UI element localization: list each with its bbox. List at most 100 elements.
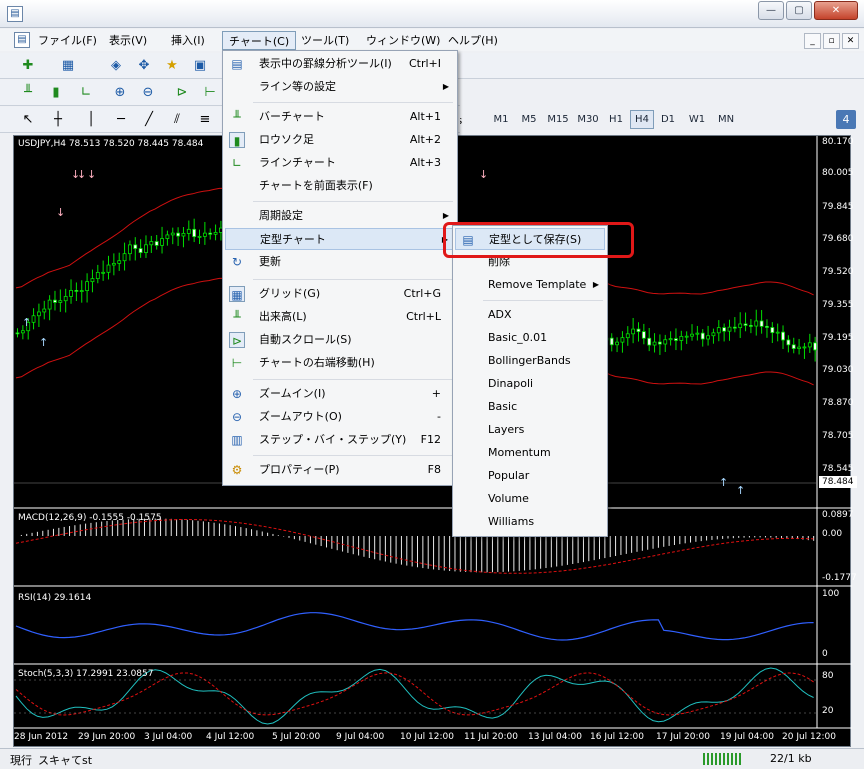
menu-item-autoscroll[interactable]: ⊳ 自動スクロール(S) [225, 329, 455, 351]
candlestick-icon[interactable]: ▮ [45, 82, 67, 104]
profiles-icon[interactable]: ▦ [57, 55, 79, 77]
template-item[interactable]: BollingerBands [455, 350, 605, 372]
crosshair-icon[interactable]: ┼ [47, 109, 69, 131]
template-item[interactable]: Dinapoli [455, 373, 605, 395]
line-chart-icon[interactable]: ∟ [75, 82, 97, 104]
mdi-minimize-button[interactable]: _ [804, 33, 821, 49]
favorites-icon[interactable]: ★ [161, 55, 183, 77]
menu-item-remove-template[interactable]: Remove Template ▶ [455, 274, 605, 296]
zoom-in-icon[interactable]: ⊕ [109, 82, 131, 104]
candle-body [149, 241, 154, 246]
tf-m15[interactable]: M15 [544, 110, 572, 129]
macd-tick: 0.00 [822, 529, 843, 539]
time-tick: 11 Jul 20:00 [464, 732, 518, 742]
candle-body [90, 278, 95, 283]
tf-m30[interactable]: M30 [574, 110, 602, 129]
menu-item-template[interactable]: 定型チャート ▶ [225, 228, 455, 250]
cursor-icon[interactable]: ↖ [17, 109, 39, 131]
menu-separator [483, 300, 603, 301]
menu-item-chart-shift[interactable]: ⊢ チャートの右端移動(H) [225, 352, 455, 374]
shift-icon: ⊢ [231, 356, 243, 370]
template-item[interactable]: Volume [455, 488, 605, 510]
tf-h1[interactable]: H1 [604, 110, 628, 129]
template-item[interactable]: Layers [455, 419, 605, 441]
candle-body [53, 299, 57, 303]
menu-tools[interactable]: ツール(T) [295, 31, 355, 50]
menu-item-zoom-out[interactable]: ⊖ ズームアウト(O) - [225, 406, 455, 428]
terminal-icon[interactable]: ▣ [189, 55, 211, 77]
template-item[interactable]: ADX [455, 304, 605, 326]
bar-chart-icon[interactable]: ╨ [17, 82, 39, 104]
candle-body [759, 320, 764, 327]
template-item[interactable]: Williams [455, 511, 605, 533]
new-chart-icon[interactable]: ✚ [17, 55, 39, 77]
close-button[interactable]: ✕ [814, 1, 858, 20]
trendline-icon[interactable]: ╱ [138, 109, 160, 131]
candle-body [641, 331, 646, 339]
candle-body [101, 271, 106, 274]
template-item[interactable]: Popular [455, 465, 605, 487]
maximize-button[interactable]: ▢ [786, 1, 812, 20]
mdi-restore-button[interactable]: ▫ [823, 33, 840, 49]
template-submenu: ▤ 定型として保存(S) 削除 Remove Template ▶ ADX Basi… [452, 225, 608, 537]
stoch-label: Stoch(5,3,3) 17.2991 23.0857 [18, 669, 154, 679]
mdi-close-button[interactable]: ✕ [842, 33, 859, 49]
tf-m5[interactable]: M5 [516, 110, 542, 129]
candle-body [754, 320, 759, 327]
autoscroll-icon[interactable]: ⊳ [171, 82, 193, 104]
tf-mn[interactable]: MN [712, 110, 740, 129]
menu-item-periodicity[interactable]: 周期設定 ▶ [225, 205, 455, 227]
time-tick: 10 Jul 12:00 [400, 732, 454, 742]
menu-item-line-settings[interactable]: ライン等の設定 ▶ [225, 76, 455, 98]
tf-m1[interactable]: M1 [488, 110, 514, 129]
candle-body [738, 323, 743, 329]
market-watch-icon[interactable]: ◈ [105, 55, 127, 77]
navigator-icon[interactable]: ✥ [133, 55, 155, 77]
template-item[interactable]: Basic [455, 396, 605, 418]
minimize-button[interactable]: — [758, 1, 784, 20]
candle-body [620, 337, 625, 343]
menu-item-zoom-in[interactable]: ⊕ ズームイン(I) + [225, 383, 455, 405]
menu-item-refresh[interactable]: ↻ 更新 [225, 251, 455, 273]
menu-item-volume[interactable]: ╨ 出来高(L) Ctrl+L [225, 306, 455, 328]
menu-window[interactable]: ウィンドウ(W) [360, 31, 446, 50]
fibonacci-icon[interactable]: ≡ [194, 109, 216, 131]
horizontal-line-icon[interactable]: ─ [110, 109, 132, 131]
menu-file[interactable]: ファイル(F) [32, 31, 103, 50]
menu-separator [253, 201, 453, 202]
candle-body [786, 339, 791, 346]
template-item[interactable]: Momentum [455, 442, 605, 464]
menu-item-properties[interactable]: ⚙ プロパティー(P) F8 [225, 459, 455, 481]
menu-item-foreground[interactable]: チャートを前面表示(F) [225, 175, 455, 197]
menu-item-objects-list[interactable]: ▤ 表示中の罫線分析ツール(I) Ctrl+I [225, 53, 455, 75]
menu-chart[interactable]: チャート(C) [222, 31, 297, 50]
status-bar: 現行 スキャてst 22/1 kb [0, 748, 864, 769]
menu-item-bar-chart[interactable]: ╨ バーチャート Alt+1 [225, 106, 455, 128]
chart-shift-icon[interactable]: ⊢ [199, 82, 221, 104]
menu-item-step[interactable]: ▥ ステップ・バイ・ステップ(Y) F12 [225, 429, 455, 451]
volume-icon: ╨ [233, 310, 241, 324]
vertical-line-icon[interactable]: │ [80, 109, 102, 131]
candle-body [37, 311, 41, 317]
time-tick: 4 Jul 12:00 [206, 732, 255, 742]
menu-item-candlestick[interactable]: ▮ ロウソク足 Alt+2 [225, 129, 455, 151]
candle-body [181, 233, 186, 237]
menu-view[interactable]: 表示(V) [103, 31, 153, 50]
candle-body [117, 260, 122, 264]
menu-item-line-chart[interactable]: ∟ ラインチャート Alt+3 [225, 152, 455, 174]
channel-icon[interactable]: ⫽ [166, 109, 188, 131]
notification-badge[interactable]: 4 [836, 110, 856, 129]
zoom-out-icon[interactable]: ⊖ [137, 82, 159, 104]
tf-h4[interactable]: H4 [630, 110, 654, 129]
submenu-arrow-icon: ▶ [592, 280, 599, 289]
template-item[interactable]: Basic_0.01 [455, 327, 605, 349]
tf-d1[interactable]: D1 [656, 110, 680, 129]
menu-insert[interactable]: 挿入(I) [165, 31, 211, 50]
tf-w1[interactable]: W1 [684, 110, 710, 129]
candle-body [47, 299, 52, 310]
candle-body [63, 296, 68, 302]
menu-help[interactable]: ヘルプ(H) [442, 31, 504, 50]
menu-item-grid[interactable]: ▦ グリッド(G) Ctrl+G [225, 283, 455, 305]
candle-body [631, 328, 636, 335]
chart-window-icon[interactable]: ▤ [14, 32, 30, 48]
